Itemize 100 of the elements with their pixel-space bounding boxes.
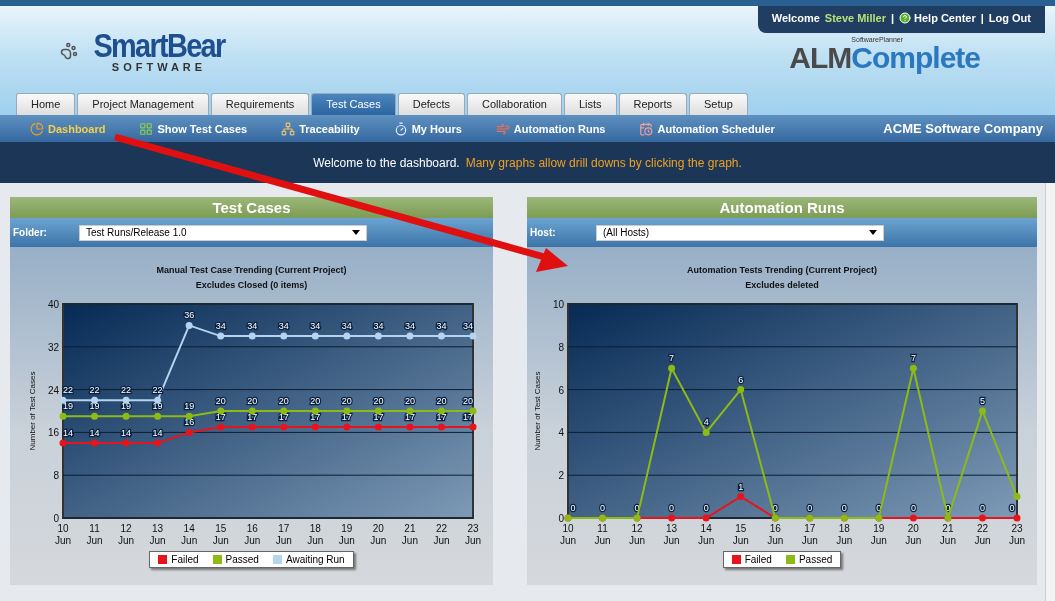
legend-label: Passed <box>225 554 259 565</box>
hint-message: Many graphs allow drill downs by clicking the graph. <box>465 155 742 170</box>
nav-tab[interactable]: Collaboration <box>467 93 562 115</box>
data-point[interactable] <box>248 407 256 415</box>
chart-title: Automation Tests Trending (Current Project) <box>687 264 877 277</box>
nav-tab[interactable]: Project Management <box>77 93 209 115</box>
nav-tab[interactable]: Setup <box>689 93 748 115</box>
data-point[interactable] <box>374 407 382 415</box>
nav-tab[interactable]: Defects <box>397 93 466 115</box>
x-tick-label: 22 Jun <box>974 523 991 546</box>
separator: | <box>890 12 894 24</box>
data-point[interactable] <box>1013 493 1021 501</box>
nav-tab[interactable]: Home <box>16 93 76 115</box>
x-tick-label: 21 Jun <box>401 523 418 546</box>
nav-tab[interactable]: Reports <box>618 93 688 115</box>
x-tick-label: 11 Jun <box>86 523 103 546</box>
product-prefix: ALM <box>789 41 852 75</box>
subnav-link[interactable]: Automation Runs <box>495 121 606 136</box>
data-point[interactable] <box>59 396 67 404</box>
scrollbar[interactable] <box>1045 183 1055 601</box>
data-label: 20 <box>215 396 226 406</box>
help-icon <box>899 12 911 24</box>
grid-icon <box>139 121 154 136</box>
data-label: 19 <box>184 401 195 412</box>
x-tick-label: 12 Jun <box>118 523 135 546</box>
data-point[interactable] <box>311 332 319 340</box>
network-icon <box>281 121 296 136</box>
data-point[interactable] <box>91 396 99 404</box>
data-point[interactable] <box>1013 514 1021 522</box>
nav-tab[interactable]: Requirements <box>210 93 310 115</box>
x-tick-label: 14 Jun <box>698 523 715 546</box>
nav-tab[interactable]: Test Cases <box>311 93 396 115</box>
data-label: 0 <box>772 503 778 513</box>
data-point[interactable] <box>406 407 414 415</box>
data-point[interactable] <box>668 364 676 372</box>
data-point[interactable] <box>185 412 193 420</box>
data-label: 17 <box>404 412 415 423</box>
data-label: 34 <box>278 321 289 332</box>
x-tick-label: 18 Jun <box>836 523 853 546</box>
data-label: 0 <box>1009 503 1015 513</box>
data-label: 19 <box>121 401 132 412</box>
data-label: 34 <box>215 321 226 332</box>
data-point[interactable] <box>91 412 99 420</box>
subnav-link[interactable]: Show Test Cases <box>139 121 248 136</box>
data-point[interactable] <box>469 407 477 415</box>
data-point[interactable] <box>374 332 382 340</box>
user-name: Steve Miller <box>824 12 886 24</box>
data-point[interactable] <box>154 396 162 404</box>
data-label: 0 <box>807 503 813 513</box>
data-point[interactable] <box>59 412 67 420</box>
x-tick-label: 15 Jun <box>212 523 229 546</box>
data-point[interactable] <box>280 332 288 340</box>
help-center-link[interactable]: Help Center <box>914 12 976 24</box>
data-label: 34 <box>373 321 384 332</box>
data-point[interactable] <box>122 412 130 420</box>
data-label: 34 <box>341 321 352 332</box>
caret-icon <box>352 230 360 235</box>
x-tick-label: 15 Jun <box>732 523 749 546</box>
data-label: 20 <box>373 396 384 406</box>
x-tick-label: 11 Jun <box>594 523 611 546</box>
x-tick-label: 16 Jun <box>244 523 261 546</box>
x-tick-label: 19 Jun <box>870 523 887 546</box>
paw-icon <box>60 41 78 60</box>
data-point[interactable] <box>185 321 193 329</box>
data-point[interactable] <box>248 332 256 340</box>
data-label: 1 <box>738 481 744 492</box>
nav-tab[interactable]: Lists <box>563 93 617 115</box>
data-point[interactable] <box>437 332 445 340</box>
data-point[interactable] <box>343 332 351 340</box>
chart-subtitle: Excludes Closed (0 items) <box>195 279 308 292</box>
data-point[interactable] <box>343 407 351 415</box>
data-point[interactable] <box>702 514 710 522</box>
x-tick-label: 21 Jun <box>939 523 956 546</box>
data-label: 19 <box>63 401 73 412</box>
data-point[interactable] <box>280 407 288 415</box>
data-point[interactable] <box>311 407 319 415</box>
log-out-link[interactable]: Log Out <box>988 12 1031 24</box>
data-label: 7 <box>910 353 916 364</box>
legend-label: Failed <box>171 554 199 565</box>
filter-dropdown[interactable]: (All Hosts) <box>596 224 884 241</box>
data-point[interactable] <box>437 407 445 415</box>
data-label: 0 <box>841 503 847 513</box>
subnav-link[interactable]: Automation Scheduler <box>639 121 775 136</box>
subnav-link[interactable]: Traceability <box>281 121 360 136</box>
data-point[interactable] <box>668 514 676 522</box>
y-tick-label: 6 <box>558 384 564 396</box>
x-tick-label: 14 Jun <box>181 523 198 546</box>
x-tick-label: 17 Jun <box>801 523 818 546</box>
data-point[interactable] <box>469 423 477 431</box>
data-point[interactable] <box>406 332 414 340</box>
data-label: 0 <box>600 503 606 513</box>
y-tick-label: 8 <box>558 341 564 353</box>
subnav-link[interactable]: My Hours <box>393 121 462 136</box>
data-point[interactable] <box>59 439 67 447</box>
data-point[interactable] <box>217 407 225 415</box>
filter-dropdown[interactable]: Test Runs/Release 1.0 <box>79 224 367 241</box>
data-point[interactable] <box>122 396 130 404</box>
data-point[interactable] <box>217 332 225 340</box>
pie-chart-icon <box>30 121 44 136</box>
y-tick-label: 40 <box>47 299 59 310</box>
